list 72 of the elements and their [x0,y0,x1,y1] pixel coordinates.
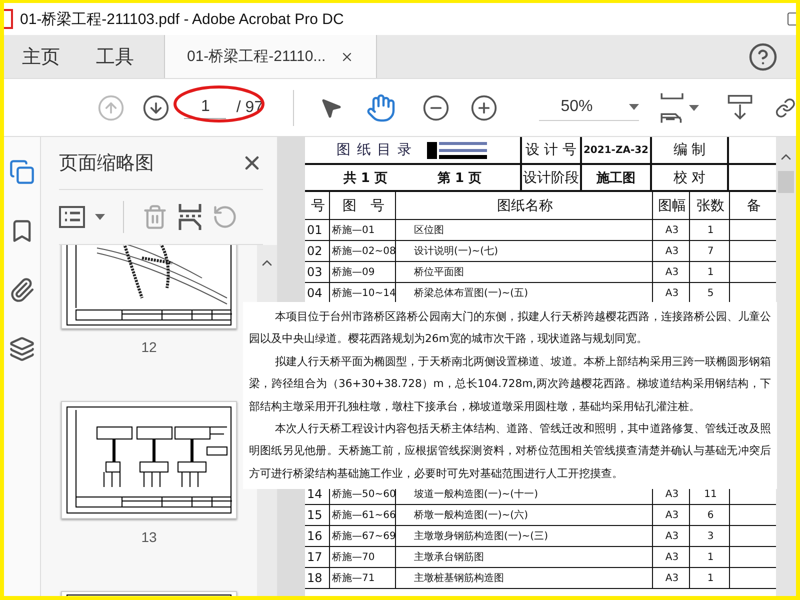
table-cell: 1 [689,547,729,568]
tab[interactable]: 工具 [78,35,152,78]
scroll-thumb[interactable] [778,171,794,193]
header-value: 2021-ZA-32 [580,137,650,163]
table-cell: 7 [689,241,729,262]
table-cell: 02 [305,241,329,262]
table-cell: 桥施—01 [329,220,395,241]
table-cell: 桥位平面图 [395,262,652,283]
table-cell: 1 [689,262,729,283]
table-cell: 主墩墩身钢筋构造图(一)~(三) [395,526,652,547]
table-cell: 桥施—71 [329,568,395,589]
table-cell: 桥墩一般构造图(一)~(六) [395,505,652,526]
table-cell: A3 [652,241,689,262]
header-value: 施工图 [580,165,650,190]
options-icon[interactable] [59,206,85,228]
table-cell: A3 [652,505,689,526]
table-cell: A3 [652,547,689,568]
header-label: 设 计 号 [520,137,580,163]
caret-icon[interactable] [95,214,105,220]
table-cell: 3 [689,526,729,547]
table-cell: 设计说明(一)~(七) [395,241,652,262]
extract-icon[interactable] [178,203,202,231]
table-cell: 03 [305,262,329,283]
column-header: 图纸名称 [395,192,652,220]
paragraph: 拟建人行天桥平面为椭圆型，于天桥南北两侧设置梯道、坡道。本桥上部结构采用三跨一联椭圆形钢箱梁，跨径组合为（36+30+38.728）m，总长104.728m,两次跨越樱花西路。梯坡道结构采用钢结构，下部结构主墩采用开孔独柱墩，墩柱下接承台，梯坡道墩采用圆柱墩，基础均采用钻孔灌注桩。 [249,354,771,415]
caret-icon[interactable] [628,104,639,110]
table-cell: 18 [305,568,329,589]
page-number-text: 第 1 页 [438,170,482,186]
header-label: 编 制 [650,137,727,163]
table-cell: 主墩承台钢筋图 [395,547,652,568]
table-cell: 1 [689,220,729,241]
table-cell: A3 [652,262,689,283]
column-header: 张数 [689,192,729,220]
paragraph: 本项目位于台州市路桥区路桥公园南大门的东侧，拟建人行天桥跨越樱花西路，连接路桥公园、儿童公园以及中央山绿道。樱花西路规划为26m宽的城市次干路，现状道路与规划同宽。 [249,309,771,348]
table-cell: 01 [305,220,329,241]
table-cell: 桥施—67~69 [329,526,395,547]
paragraph: 本次人行天桥工程设计内容包括天桥主体结构、道路、管线迁改和照明，其中道路修复、管线迁改及照明图纸另见他册。天桥施工前，应根据管线探测资料，对桥位范围相关管线摸查清楚并确认与基础无冲突后方可进行桥梁结构基础施工作业，必要时可先对基础范围进行人工开挖摸查。 [249,421,771,482]
stamp-drawing [426,140,489,160]
table-cell: 桥施—61~66 [329,505,395,526]
column-header: 图 号 [329,192,395,220]
table-cell: 15 [305,505,329,526]
page-number-field[interactable]: 1 [184,96,226,119]
table-cell: 桥施—02~08 [329,241,395,262]
header-label: 设计阶段 [520,165,580,190]
page-thumbnail[interactable] [61,245,237,329]
window-title: 01-桥梁工程-211103.pdf - Adobe Acrobat Pro DC [20,10,344,28]
table-cell: A3 [652,526,689,547]
caret-icon[interactable] [689,104,700,110]
page-thumbnail[interactable] [61,401,237,519]
page-count-text: 共 1 页 [343,170,388,186]
drawing-list-title: 图 纸 目 录 [336,141,413,159]
table-cell: 6 [689,505,729,526]
table-cell: 16 [305,526,329,547]
column-header: 号 [305,192,329,220]
table-cell: 桥施—70 [329,547,395,568]
table-cell: 主墩桩基钢筋构造图 [395,568,652,589]
header-label: 校 对 [650,165,727,190]
page-label: 12 [141,339,157,355]
link-icon[interactable] [775,96,796,120]
table-cell: 区位图 [395,220,652,241]
panel-title: 页面缩略图 [59,152,154,176]
page-label: 13 [141,529,157,545]
column-header: 图幅 [652,192,689,220]
tab[interactable]: 主页 [4,35,78,78]
table-cell: A3 [652,220,689,241]
help-icon[interactable] [748,42,778,72]
zoom-dropdown[interactable]: 50% [538,94,639,121]
tab[interactable]: 01-桥梁工程-21110... [164,35,377,78]
table-cell: 桥施—09 [329,262,395,283]
table-cell: A3 [652,568,689,589]
table-cell: 1 [689,568,729,589]
table-cell: 17 [305,547,329,568]
